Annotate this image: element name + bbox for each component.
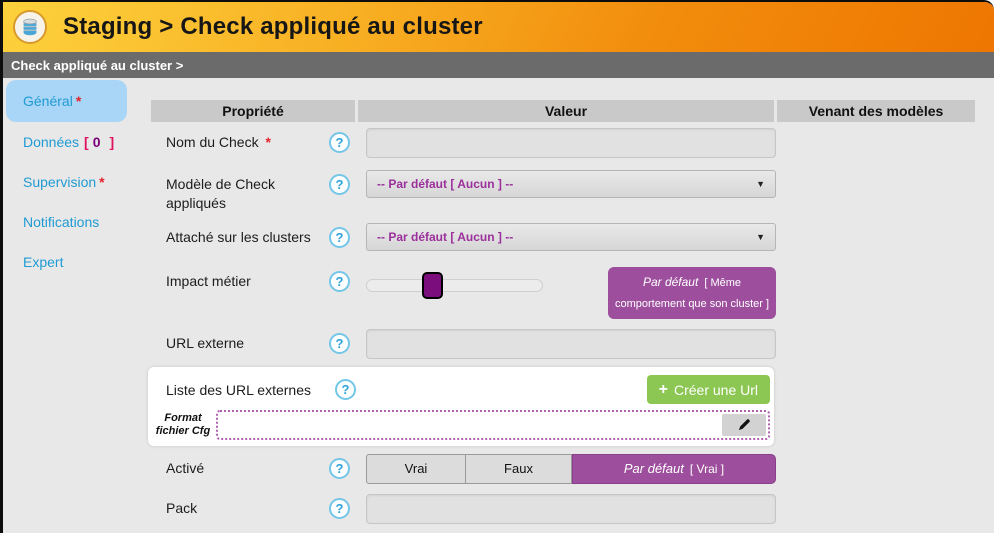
active-false-button[interactable]: Faux xyxy=(466,454,572,484)
plus-icon: + xyxy=(659,381,668,399)
active-default-button[interactable]: Par défaut [ Vrai ] xyxy=(572,454,776,484)
page-title: Staging > Check appliqué au cluster xyxy=(63,13,483,41)
breadcrumb-item[interactable]: Check appliqué au cluster > xyxy=(11,58,183,73)
format-cfg-label: Format fichier Cfg xyxy=(154,412,212,438)
active-toggle-group: Vrai Faux Par défaut [ Vrai ] xyxy=(366,454,776,484)
sidebar: Général * Données [ 0 ] Supervision * No… xyxy=(3,78,151,533)
field-label: URL externe xyxy=(151,329,329,353)
sidebar-item-donnees[interactable]: Données [ 0 ] xyxy=(3,122,151,162)
count-badge: 0 xyxy=(93,134,101,150)
field-label: Liste des URL externes xyxy=(166,382,335,398)
body-area: Général * Données [ 0 ] Supervision * No… xyxy=(3,78,994,533)
sidebar-item-label: Expert xyxy=(23,254,63,270)
impact-slider-thumb[interactable] xyxy=(422,272,443,299)
app-window: Staging > Check appliqué au cluster Chec… xyxy=(0,0,994,533)
default-prefix: Par défaut xyxy=(643,275,698,289)
help-icon[interactable]: ? xyxy=(329,498,350,519)
help-icon[interactable]: ? xyxy=(329,227,350,248)
sidebar-item-general[interactable]: Général * xyxy=(6,80,127,122)
table-header: Propriété Valeur Venant des modèles xyxy=(151,100,975,122)
sidebar-item-label: Notifications xyxy=(23,214,99,230)
selected-value: -- Par défaut [ Aucun ] -- xyxy=(377,177,756,191)
help-icon[interactable]: ? xyxy=(329,132,350,153)
format-cfg-field xyxy=(216,410,770,440)
impact-default-button[interactable]: Par défaut [ Même comportement que son c… xyxy=(608,267,776,319)
help-icon[interactable]: ? xyxy=(329,333,350,354)
modele-check-select[interactable]: -- Par défaut [ Aucun ] -- ▼ xyxy=(366,170,776,198)
app-header: Staging > Check appliqué au cluster xyxy=(3,2,994,52)
help-icon[interactable]: ? xyxy=(335,379,356,400)
field-label: Modèle de Check appliqués xyxy=(151,170,329,213)
row-pack: Pack ? xyxy=(151,494,975,524)
row-attache-clusters: Attaché sur les clusters ? -- Par défaut… xyxy=(151,223,975,251)
field-label: Pack xyxy=(151,494,329,518)
default-prefix: Par défaut xyxy=(624,461,684,476)
row-nom-du-check: Nom du Check * ? xyxy=(151,128,975,158)
pack-input[interactable] xyxy=(366,494,776,524)
format-cfg-input[interactable] xyxy=(218,412,718,438)
attache-clusters-select[interactable]: -- Par défaut [ Aucun ] -- ▼ xyxy=(366,223,776,251)
url-externe-input[interactable] xyxy=(366,329,776,359)
required-marker: * xyxy=(265,134,270,150)
count-bracket: [ xyxy=(84,134,89,150)
help-icon[interactable]: ? xyxy=(329,271,350,292)
column-header-modeles: Venant des modèles xyxy=(777,100,975,122)
selected-value: -- Par défaut [ Aucun ] -- xyxy=(377,230,756,244)
sidebar-item-notifications[interactable]: Notifications xyxy=(3,202,151,242)
count-bracket: ] xyxy=(110,134,115,150)
url-list-panel: Liste des URL externes ? + Créer une Url… xyxy=(148,367,774,446)
row-url-externe: URL externe ? xyxy=(151,329,975,359)
active-true-button[interactable]: Vrai xyxy=(366,454,466,484)
help-icon[interactable]: ? xyxy=(329,174,350,195)
field-label: Activé xyxy=(151,454,329,478)
chevron-down-icon: ▼ xyxy=(756,179,765,189)
database-icon xyxy=(13,10,47,44)
field-label: Attaché sur les clusters xyxy=(151,223,329,247)
sidebar-item-label: Données xyxy=(23,134,79,150)
field-label: Nom du Check xyxy=(166,134,259,150)
sidebar-item-label: Général xyxy=(23,93,73,109)
required-marker: * xyxy=(99,174,104,190)
column-header-propriete: Propriété xyxy=(151,100,355,122)
field-label: Impact métier xyxy=(151,267,329,291)
breadcrumb: Check appliqué au cluster > xyxy=(3,52,994,78)
required-marker: * xyxy=(76,93,81,109)
column-header-valeur: Valeur xyxy=(358,100,774,122)
impact-slider[interactable] xyxy=(366,279,543,292)
row-active: Activé ? Vrai Faux Par défaut [ Vrai ] xyxy=(151,454,975,484)
create-url-button[interactable]: + Créer une Url xyxy=(647,375,770,404)
row-modele-check: Modèle de Check appliqués ? -- Par défau… xyxy=(151,170,975,213)
nom-du-check-input[interactable] xyxy=(366,128,776,158)
sidebar-item-expert[interactable]: Expert xyxy=(3,242,151,282)
help-icon[interactable]: ? xyxy=(329,458,350,479)
default-detail: [ Vrai ] xyxy=(690,462,724,476)
sidebar-item-label: Supervision xyxy=(23,174,96,190)
pencil-icon xyxy=(737,417,752,432)
edit-button[interactable] xyxy=(722,414,766,436)
sidebar-item-supervision[interactable]: Supervision * xyxy=(3,162,151,202)
row-impact-metier: Impact métier ? Par défaut [ Même compor… xyxy=(151,267,975,319)
form-main: Propriété Valeur Venant des modèles Nom … xyxy=(151,78,994,533)
chevron-down-icon: ▼ xyxy=(756,232,765,242)
